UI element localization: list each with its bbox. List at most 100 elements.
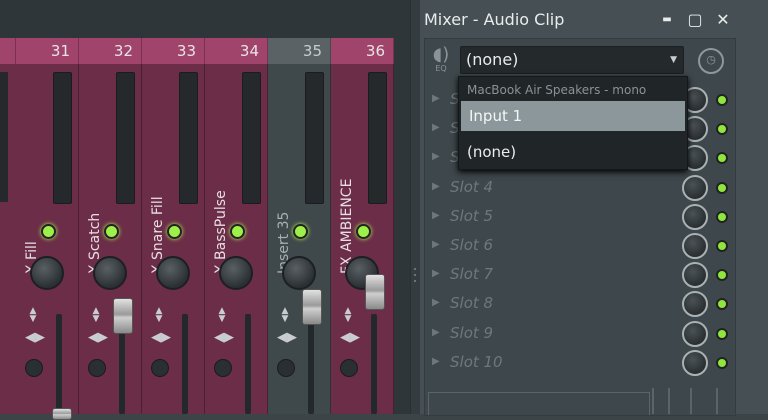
expand-triangle-icon[interactable]: ▶ bbox=[432, 268, 440, 279]
dropdown-option-none[interactable]: (none) bbox=[467, 143, 516, 161]
expand-triangle-icon[interactable]: ▶ bbox=[432, 181, 440, 192]
speaker-icon: ◖) bbox=[432, 44, 450, 65]
slot-enable-led[interactable] bbox=[716, 94, 728, 106]
enable-led[interactable] bbox=[167, 224, 182, 239]
mix-knob[interactable] bbox=[682, 291, 708, 318]
mixer-strip[interactable]: X Scatch ▲ ▼ ◀▶ bbox=[79, 64, 142, 414]
mixer-strip[interactable]: X Fill ▲ ▼ ◀▶ bbox=[16, 64, 79, 414]
effect-slot[interactable]: ▶ Slot 4 bbox=[430, 173, 728, 202]
volume-fader[interactable] bbox=[113, 298, 133, 334]
splitter-grip bbox=[414, 268, 416, 270]
effect-slot[interactable]: ▶ Slot 5 bbox=[430, 202, 728, 231]
swap-arrows-icon[interactable]: ▲ ▼ bbox=[216, 307, 228, 324]
volume-fader[interactable] bbox=[52, 408, 72, 420]
expand-triangle-icon[interactable]: ▶ bbox=[432, 210, 440, 221]
mixer-strip[interactable]: X BassPulse ▲ ▼ ◀▶ bbox=[205, 64, 268, 414]
level-meter bbox=[53, 72, 72, 204]
mixer-strip[interactable]: X Snare Fill ▲ ▼ ◀▶ bbox=[142, 64, 205, 414]
stereo-arrows-icon[interactable]: ◀▶ bbox=[151, 331, 171, 344]
mix-knob[interactable] bbox=[682, 349, 708, 376]
slot-enable-led[interactable] bbox=[716, 210, 728, 223]
swap-arrows-icon[interactable]: ▲ ▼ bbox=[90, 307, 102, 324]
fader-track bbox=[245, 314, 251, 414]
expand-triangle-icon[interactable]: ▶ bbox=[432, 356, 440, 367]
expand-triangle-icon[interactable]: ▶ bbox=[432, 122, 440, 133]
effect-slot[interactable]: ▶ Slot 10 bbox=[430, 348, 728, 377]
mix-knob[interactable] bbox=[682, 262, 708, 289]
track-number[interactable]: 33 bbox=[142, 38, 205, 64]
slot-enable-led[interactable] bbox=[716, 327, 728, 340]
track-number[interactable]: 35 bbox=[268, 38, 331, 64]
mix-knob[interactable] bbox=[682, 320, 708, 347]
stereo-knob[interactable] bbox=[340, 359, 358, 377]
slot-enable-led[interactable] bbox=[716, 240, 728, 252]
stereo-arrows-icon[interactable]: ◀▶ bbox=[277, 331, 297, 344]
expand-triangle-icon[interactable]: ▶ bbox=[432, 151, 440, 162]
slot-label: Slot 6 bbox=[450, 236, 494, 254]
stereo-knob[interactable] bbox=[151, 359, 169, 377]
fader-track bbox=[371, 314, 377, 414]
expand-triangle-icon[interactable]: ▶ bbox=[432, 327, 440, 338]
stereo-knob[interactable] bbox=[88, 359, 106, 377]
bottom-panel bbox=[428, 392, 650, 415]
slot-label: Slot 5 bbox=[450, 206, 494, 225]
stereo-arrows-icon[interactable]: ◀▶ bbox=[25, 331, 45, 344]
stereo-arrows-icon[interactable]: ◀▶ bbox=[214, 331, 234, 344]
pan-knob[interactable] bbox=[93, 256, 127, 290]
stereo-knob[interactable] bbox=[277, 359, 295, 377]
pan-knob[interactable] bbox=[156, 256, 190, 290]
swap-arrows-icon[interactable]: ▲ ▼ bbox=[27, 307, 39, 324]
track-number[interactable]: 36 bbox=[331, 38, 394, 64]
track-number[interactable]: 31 bbox=[16, 38, 79, 64]
swap-arrows-icon[interactable]: ▲ ▼ bbox=[153, 307, 165, 324]
effect-slot[interactable]: ▶ Slot 7 bbox=[430, 260, 728, 289]
enable-led[interactable] bbox=[230, 224, 245, 239]
expand-triangle-icon[interactable]: ▶ bbox=[432, 297, 440, 308]
enable-led[interactable] bbox=[356, 224, 371, 239]
audio-input-value: (none) bbox=[466, 50, 519, 69]
level-meter bbox=[116, 72, 135, 204]
pan-knob[interactable] bbox=[30, 256, 64, 290]
slot-enable-led[interactable] bbox=[716, 181, 728, 194]
mix-knob[interactable] bbox=[682, 174, 708, 201]
stereo-knob[interactable] bbox=[214, 359, 232, 377]
swap-arrows-icon[interactable]: ▲ ▼ bbox=[279, 307, 291, 324]
effect-slot[interactable]: ▶ Slot 8 bbox=[430, 289, 728, 318]
volume-fader[interactable] bbox=[365, 274, 385, 310]
dropdown-header: MacBook Air Speakers - mono bbox=[467, 83, 647, 97]
stereo-arrows-icon[interactable]: ◀▶ bbox=[88, 331, 108, 344]
level-meter bbox=[242, 72, 261, 204]
close-button[interactable]: ✕ bbox=[714, 10, 732, 29]
fader-track bbox=[182, 314, 188, 414]
slot-label: Slot 8 bbox=[450, 294, 494, 313]
track-number[interactable]: 34 bbox=[205, 38, 268, 64]
expand-triangle-icon[interactable]: ▶ bbox=[432, 93, 440, 104]
mixer-strip[interactable]: FX AMBIENCE ▲ ▼ ◀▶ bbox=[331, 64, 394, 414]
level-meter bbox=[305, 72, 324, 204]
window-title: Mixer - Audio Clip bbox=[424, 10, 565, 29]
clock-icon[interactable]: ◷ bbox=[698, 48, 724, 74]
expand-triangle-icon[interactable]: ▶ bbox=[432, 239, 440, 250]
effect-slot[interactable]: ▶ Slot 6 bbox=[430, 231, 728, 260]
eq-button[interactable]: ◖) EQ bbox=[428, 46, 454, 80]
swap-arrows-icon[interactable]: ▲ ▼ bbox=[342, 307, 354, 324]
volume-fader[interactable] bbox=[302, 289, 322, 325]
pan-knob[interactable] bbox=[219, 256, 253, 290]
enable-led[interactable] bbox=[293, 224, 308, 239]
mix-knob[interactable] bbox=[682, 203, 708, 230]
stereo-knob[interactable] bbox=[25, 359, 43, 377]
stereo-arrows-icon[interactable]: ◀▶ bbox=[340, 331, 360, 344]
enable-led[interactable] bbox=[104, 224, 119, 239]
track-number[interactable]: 32 bbox=[79, 38, 142, 64]
maximize-button[interactable]: ▢ bbox=[686, 10, 704, 29]
pan-knob[interactable] bbox=[282, 256, 316, 290]
minimize-button[interactable]: ▬ bbox=[658, 14, 676, 25]
mix-knob[interactable] bbox=[682, 233, 708, 259]
audio-input-select[interactable]: (none) ▼ bbox=[460, 46, 684, 74]
effect-slot[interactable]: ▶ Slot 9 bbox=[430, 319, 728, 348]
enable-led[interactable] bbox=[41, 224, 56, 239]
track-header-partial bbox=[0, 38, 16, 64]
dropdown-option-input-1[interactable]: Input 1 bbox=[461, 101, 685, 131]
mixer-strip[interactable]: Insert 35 ▲ ▼ ◀▶ bbox=[268, 64, 331, 414]
slot-enable-led[interactable] bbox=[716, 356, 728, 369]
